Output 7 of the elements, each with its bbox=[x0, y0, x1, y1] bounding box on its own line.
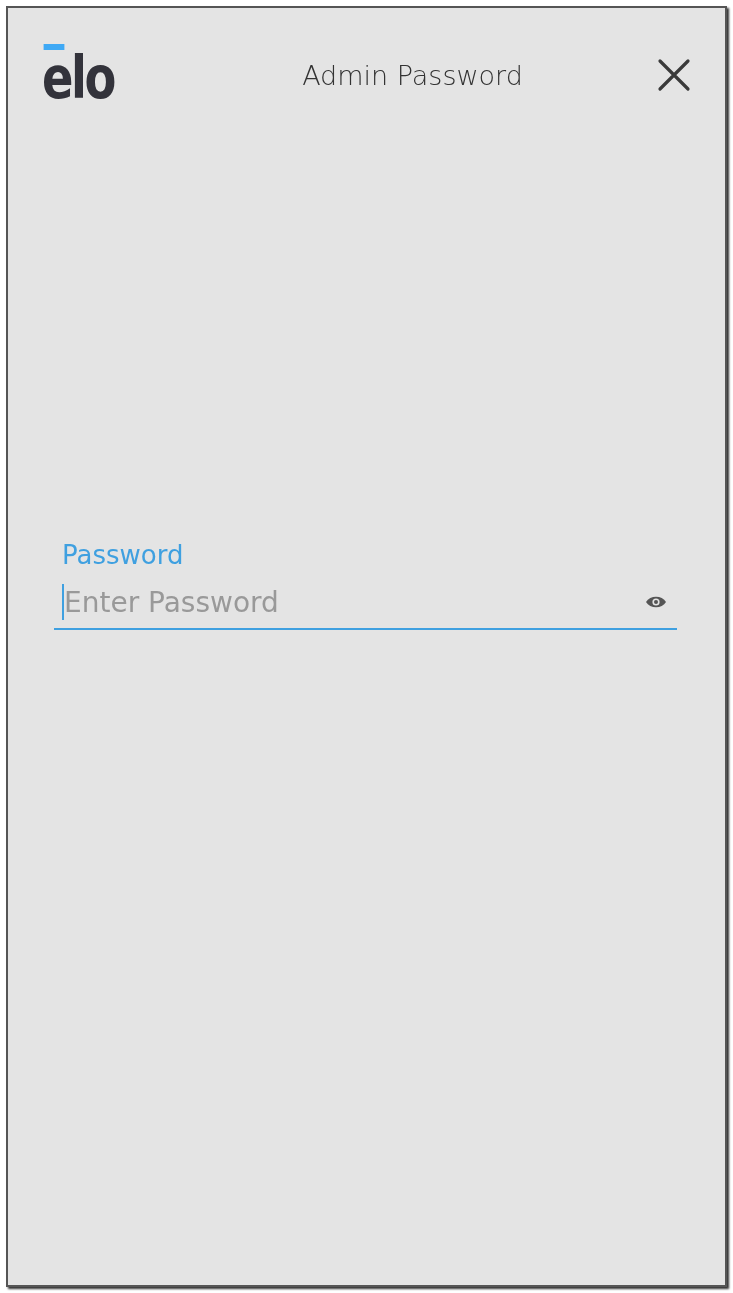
password-field[interactable]: Enter Password bbox=[64, 585, 645, 619]
dialog-title: Admin Password bbox=[301, 59, 524, 91]
eye-icon[interactable] bbox=[645, 595, 667, 609]
logo: elo bbox=[42, 44, 114, 106]
close-icon bbox=[657, 58, 691, 92]
field-label: Password bbox=[61, 540, 185, 570]
text-cursor bbox=[62, 584, 64, 620]
